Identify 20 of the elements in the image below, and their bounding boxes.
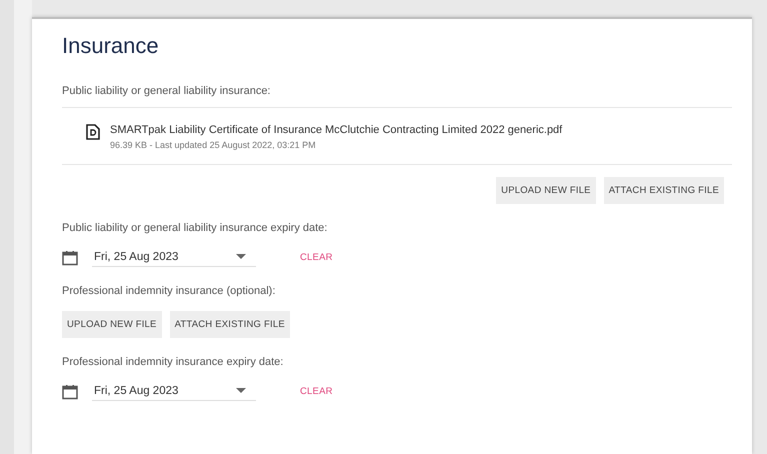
dropdown-caret-icon[interactable] [236,388,246,394]
clear-button[interactable]: CLEAR [296,382,337,401]
section-title: Insurance [62,33,159,59]
dropdown-caret-icon[interactable] [236,254,246,260]
file-name[interactable]: SMARTpak Liability Certificate of Insurance McClutchie Contracting Limited 2022 generic.pdf [110,124,562,136]
calendar-icon [62,250,78,266]
field-label: Professional indemnity insurance (optional): [62,285,276,297]
upload-new-file-button[interactable]: UPLOAD NEW FILE [62,311,162,338]
file-details: 96.39 KB - Last updated 25 August 2022, 03:21 PM [110,140,316,150]
clear-button[interactable]: CLEAR [296,248,337,267]
attach-existing-file-button[interactable]: ATTACH EXISTING FILE [170,311,290,338]
calendar-icon [62,384,78,400]
attach-existing-file-button[interactable]: ATTACH EXISTING FILE [604,177,724,204]
field-label: Professional indemnity insurance expiry date: [62,356,284,368]
field-label: Public liability or general liability insurance expiry date: [62,222,328,234]
field-label: Public liability or general liability insurance: [62,85,270,97]
document-icon [86,124,100,140]
date-field[interactable]: Fri, 25 Aug 2023 [92,248,256,267]
date-field[interactable]: Fri, 25 Aug 2023 [92,382,256,401]
upload-new-file-button[interactable]: UPLOAD NEW FILE [496,177,596,204]
